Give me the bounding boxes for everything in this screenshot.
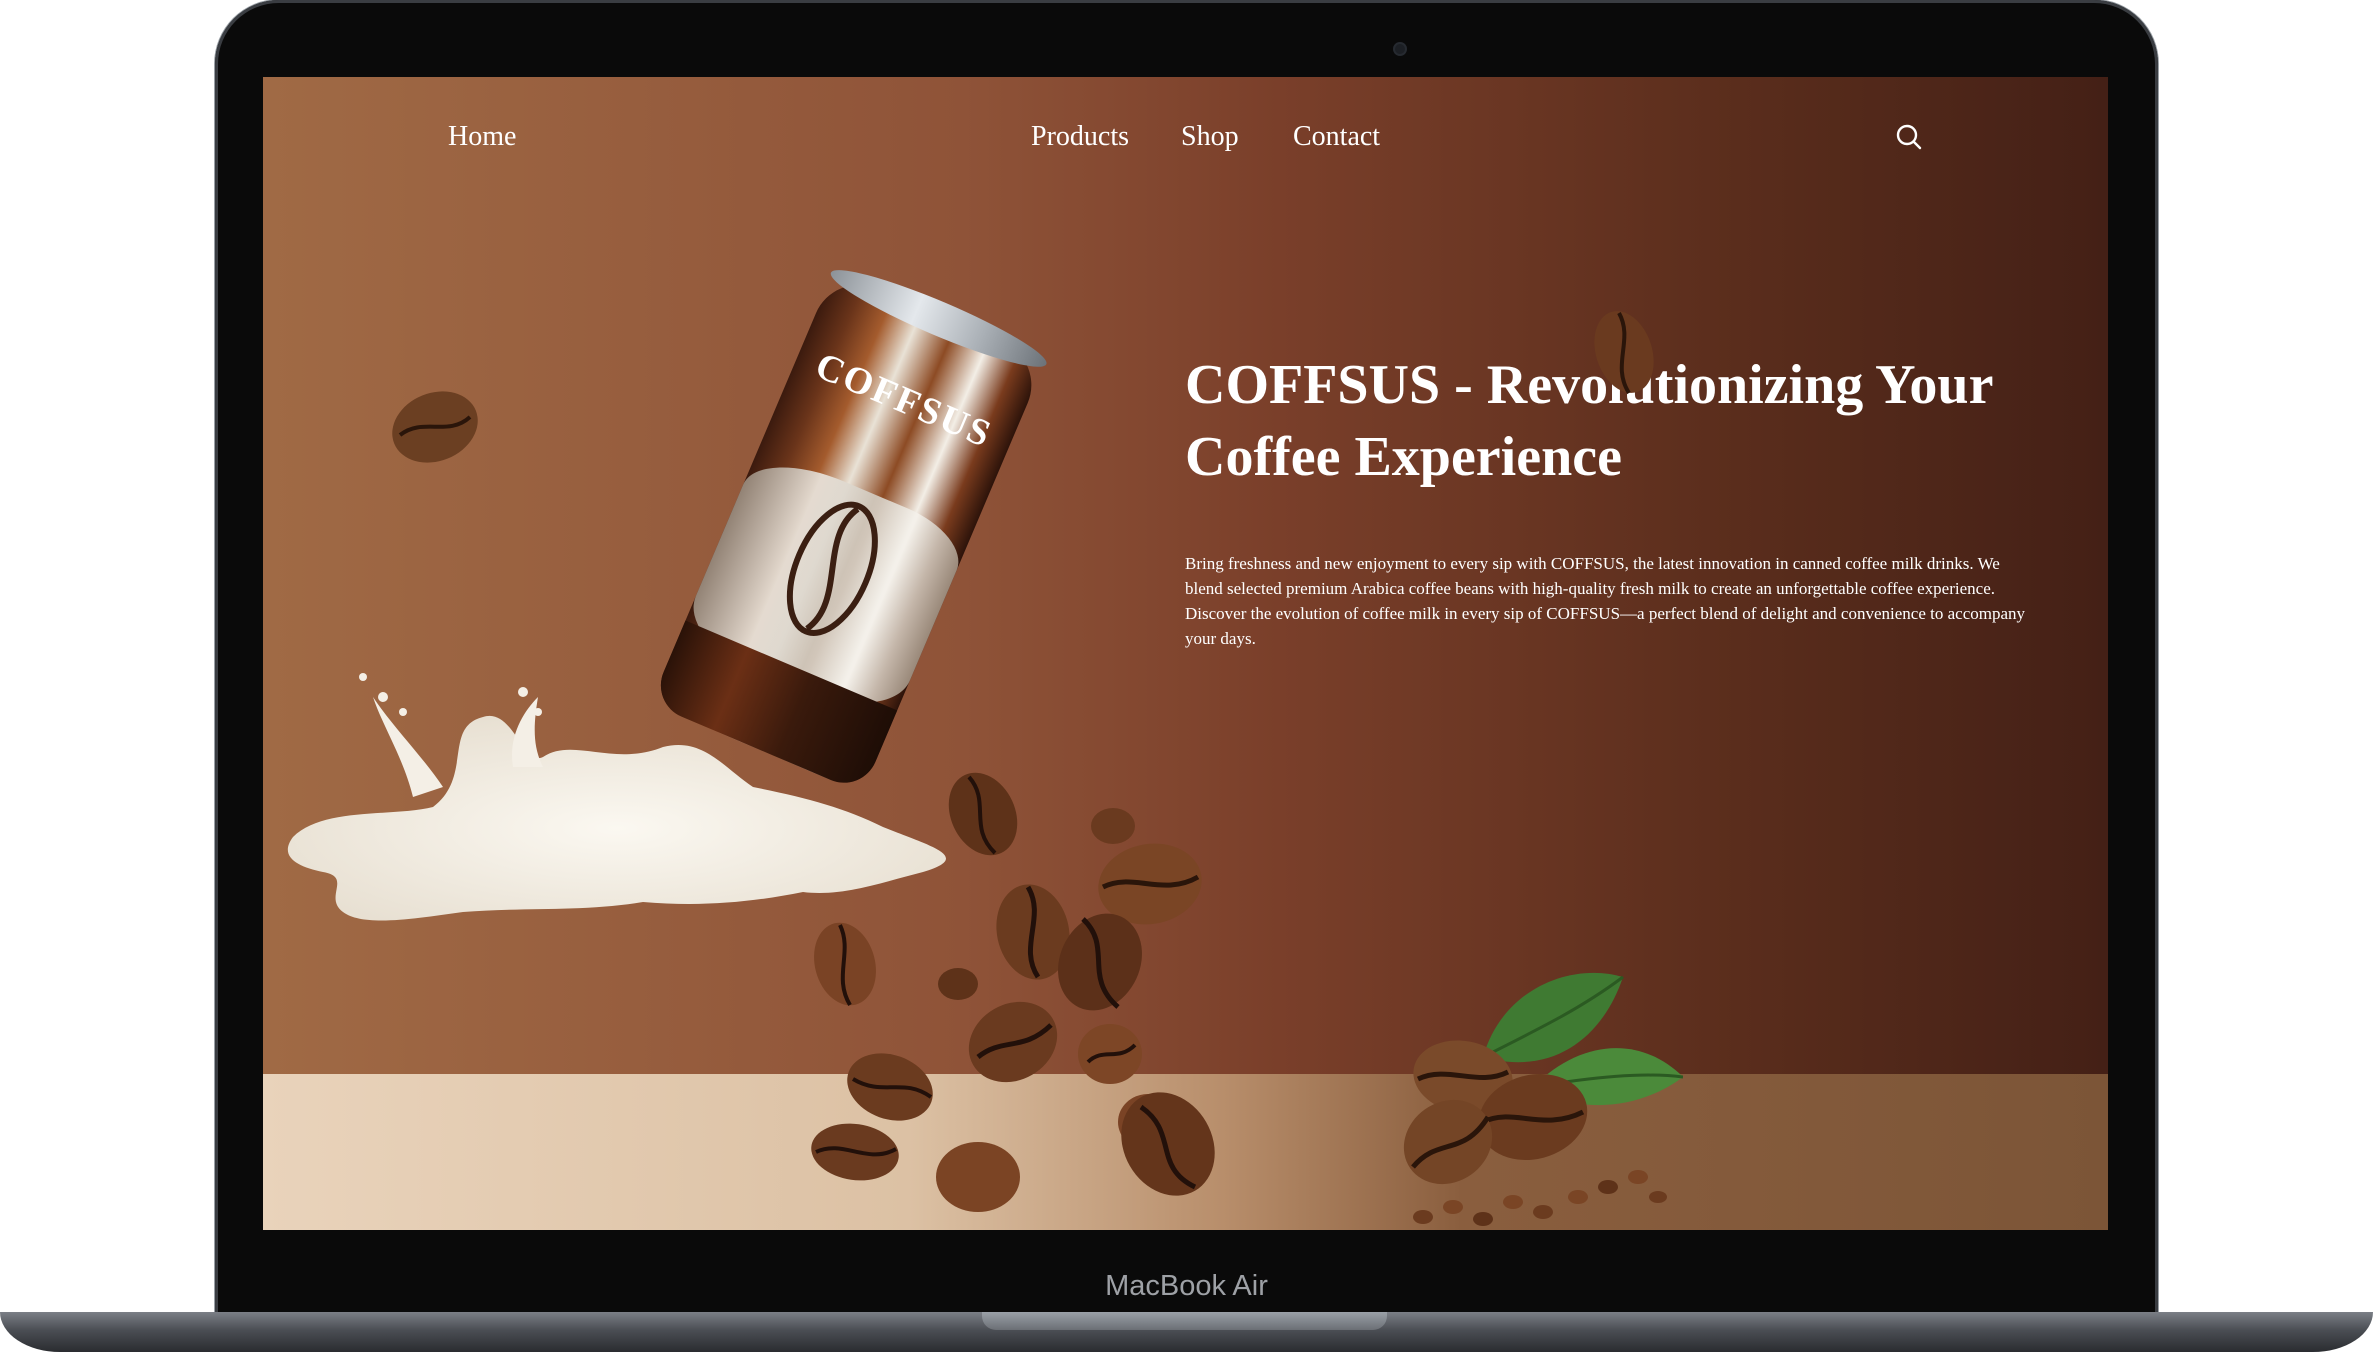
coffee-bean-image [847,1053,933,1121]
coffee-bean-image [392,391,478,463]
laptop-hinge-notch [982,1312,1387,1330]
coffee-bean-image [936,1142,1020,1212]
coffee-bean-image [811,1123,899,1181]
search-button[interactable] [1893,121,1925,153]
coffee-bean-image [948,772,1018,856]
coffee-bean-image [1058,913,1142,1011]
coffee-bean-scatter-image [1413,1170,1667,1226]
coffee-bean-image [1121,1092,1215,1196]
website-screen: Home Products Shop Contact COFFSUS - Rev… [263,77,2108,1230]
device-label: MacBook Air [1105,1270,1268,1302]
nav-shop-link[interactable]: Shop [1181,121,1239,153]
coffee-bean-image [1078,1024,1142,1084]
coffee-can-image: COFFSUS [650,257,1053,794]
coffee-bean-image [1594,311,1654,395]
nav-contact-link[interactable]: Contact [1293,121,1380,153]
nav-products-link[interactable]: Products [1031,121,1129,153]
search-icon [1896,124,1922,150]
hero-description: Bring freshness and new enjoyment to eve… [1185,554,2026,648]
camera-dot [1395,44,1405,54]
coffee-bean-image [814,922,876,1007]
nav-home-link[interactable]: Home [448,121,516,153]
coffee-bean-image [968,1001,1058,1083]
